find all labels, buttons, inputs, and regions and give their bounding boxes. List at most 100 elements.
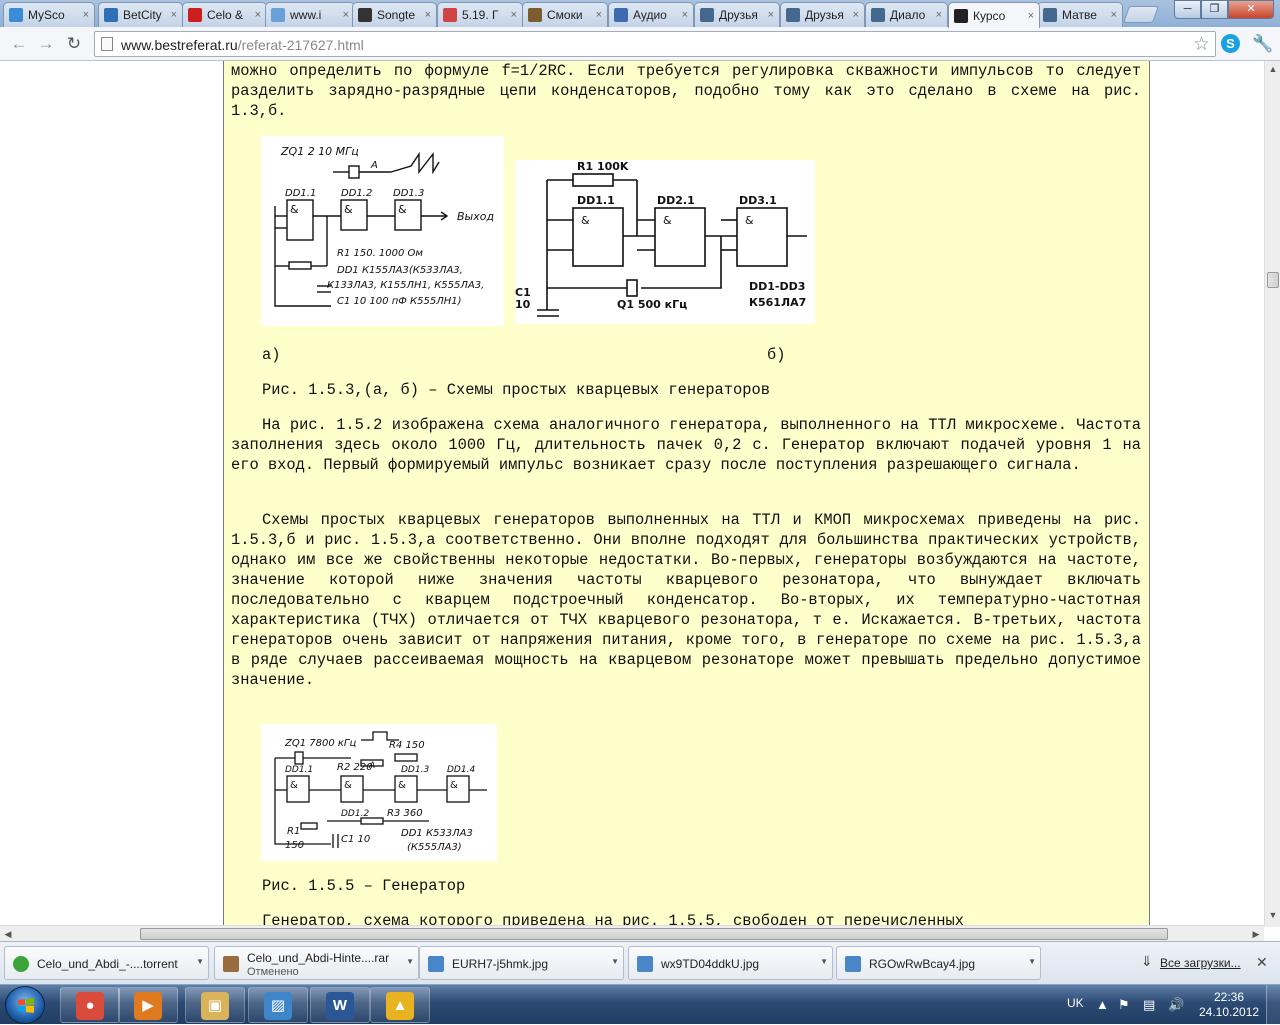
taskbar-app-button[interactable]: ● <box>60 987 120 1023</box>
back-button[interactable]: ← <box>8 33 30 55</box>
tab-close-icon[interactable]: × <box>596 9 602 21</box>
tab-close-icon[interactable]: × <box>171 9 177 21</box>
fig-b-dd2: DD2.1 <box>657 194 695 207</box>
fig-c-and-2: & <box>344 780 352 791</box>
figure-b-schematic: R1 100K DD1.1 DD2.1 DD3.1 & & & C1 10 Q1… <box>515 160 815 324</box>
horizontal-scroll-thumb[interactable] <box>140 928 1168 940</box>
bookmark-star-icon[interactable]: ☆ <box>1193 33 1210 56</box>
tab-close-icon[interactable]: × <box>343 9 349 21</box>
browser-tab[interactable]: Аудио × <box>608 2 694 27</box>
scroll-up-arrow-icon[interactable]: ▲ <box>1265 61 1280 77</box>
download-item[interactable]: wx9TD04ddkU.jpg ▼ <box>628 946 833 980</box>
download-menu-chevron-icon[interactable]: ▼ <box>611 957 619 966</box>
browser-tab[interactable]: MySco × <box>3 2 95 27</box>
download-filename: Celo_und_Abdi_-....torrent <box>37 957 178 971</box>
figure-c-schematic: ZQ1 7800 кГц R4 150 DD1.1 R2 220 A DD1.3… <box>261 724 497 861</box>
taskbar-app-button[interactable]: ▨ <box>248 987 308 1023</box>
download-filename: EURH7-j5hmk.jpg <box>452 957 549 971</box>
browser-tab[interactable]: www.i × <box>265 2 355 27</box>
graduation-cap-icon <box>954 8 968 23</box>
figure-caption-2: Рис. 1.5.5 – Генератор <box>262 877 466 895</box>
volume-icon[interactable]: 🔊 <box>1168 997 1184 1013</box>
tab-close-icon[interactable]: × <box>1028 10 1034 22</box>
paragraph-2: На рис. 1.5.2 изображена схема аналогичн… <box>231 416 1141 474</box>
start-button[interactable] <box>5 986 45 1024</box>
tab-close-icon[interactable]: × <box>511 9 517 21</box>
url-text[interactable]: www.bestreferat.ru/referat-217627.html <box>121 37 364 53</box>
url-path: /referat-217627.html <box>237 37 364 53</box>
tab-close-icon[interactable]: × <box>255 9 261 21</box>
download-menu-chevron-icon[interactable]: ▼ <box>1028 957 1036 966</box>
maximize-button[interactable]: ❐ <box>1201 0 1228 19</box>
songte-icon <box>358 8 372 22</box>
taskbar-app-button[interactable]: W <box>310 987 370 1023</box>
download-menu-chevron-icon[interactable]: ▼ <box>820 957 828 966</box>
tray-expand-icon[interactable]: ▲ <box>1096 997 1109 1012</box>
close-shelf-icon[interactable]: ✕ <box>1256 954 1268 971</box>
download-menu-chevron-icon[interactable]: ▼ <box>406 957 414 966</box>
fig-a-r1: R1 150. 1000 Ом <box>337 248 423 259</box>
system-clock[interactable]: 22:36 24.10.2012 <box>1199 990 1259 1020</box>
browser-tab[interactable]: Друзья × <box>780 2 865 27</box>
tab-close-icon[interactable]: × <box>425 9 431 21</box>
scroll-left-arrow-icon[interactable]: ◀ <box>0 926 16 942</box>
tab-title: BetCity <box>123 8 162 22</box>
scroll-right-arrow-icon[interactable]: ▶ <box>1248 926 1264 942</box>
download-menu-chevron-icon[interactable]: ▼ <box>196 957 204 966</box>
download-item[interactable]: EURH7-j5hmk.jpg ▼ <box>419 946 624 980</box>
address-bar[interactable]: www.bestreferat.ru/referat-217627.html ☆ <box>94 31 1216 57</box>
tab-close-icon[interactable]: × <box>936 9 942 21</box>
vertical-scrollbar[interactable]: ▲ ▼ <box>1264 61 1280 927</box>
download-filename: wx9TD04ddkU.jpg <box>661 957 760 971</box>
download-item[interactable]: RGOwRwBcay4.jpg ▼ <box>836 946 1041 980</box>
scroll-down-arrow-icon[interactable]: ▼ <box>1265 907 1280 923</box>
browser-tab[interactable]: Курсо × <box>948 2 1040 28</box>
browser-tab[interactable]: Матве × <box>1037 2 1123 27</box>
downloads-shelf: ⇓ Все загрузки... ✕ Celo_und_Abdi_-....t… <box>0 941 1280 984</box>
tab-close-icon[interactable]: × <box>1111 9 1117 21</box>
windows-logo-icon <box>18 998 34 1013</box>
reload-button[interactable]: ↻ <box>63 33 85 55</box>
tab-close-icon[interactable]: × <box>853 9 859 21</box>
browser-tab[interactable]: 5.19. Г × <box>437 2 523 27</box>
horizontal-scrollbar[interactable]: ◀ ▶ <box>0 925 1264 941</box>
browser-tab[interactable]: Диало × <box>865 2 948 27</box>
wrench-menu-icon[interactable]: 🔧 <box>1252 34 1273 54</box>
taskbar-app-button[interactable]: ▣ <box>185 987 245 1023</box>
action-center-flag-icon[interactable]: ⚑ <box>1118 997 1130 1013</box>
tab-close-icon[interactable]: × <box>83 9 89 21</box>
download-item[interactable]: Celo_und_Abdi-Hinte....rar Отменено ▼ <box>214 946 419 980</box>
tab-title: Аудио <box>633 8 667 22</box>
browser-tab[interactable]: Смоки × <box>522 2 608 27</box>
browser-tab[interactable]: BetCity × <box>98 2 183 27</box>
fig-c-and-3: & <box>398 780 406 791</box>
chrome-icon: ● <box>76 992 104 1020</box>
tab-title: Songte <box>377 8 416 22</box>
vertical-scroll-thumb[interactable] <box>1267 272 1279 288</box>
tab-close-icon[interactable]: × <box>682 9 688 21</box>
vk-icon <box>786 8 800 22</box>
fig-c-r3: R3 360 <box>387 808 423 819</box>
browser-tab[interactable]: Songte × <box>352 2 437 27</box>
network-icon[interactable]: ▤ <box>1143 997 1155 1013</box>
close-window-button[interactable]: ✕ <box>1228 0 1274 19</box>
browser-tab[interactable]: Celo & × <box>182 2 267 27</box>
browser-tab[interactable]: Друзья × <box>694 2 780 27</box>
vk-icon <box>1043 8 1057 22</box>
taskbar-app-button[interactable]: ▶ <box>118 987 178 1023</box>
tab-close-icon[interactable]: × <box>768 9 774 21</box>
language-indicator[interactable]: UK <box>1067 996 1084 1010</box>
forward-button[interactable]: → <box>35 33 57 55</box>
new-tab-button[interactable] <box>1122 6 1160 23</box>
toolbar: ← → ↻ www.bestreferat.ru/referat-217627.… <box>0 27 1280 61</box>
show-desktop-button[interactable] <box>1266 985 1280 1025</box>
all-downloads-link[interactable]: Все загрузки... <box>1160 956 1241 970</box>
download-item[interactable]: Celo_und_Abdi_-....torrent ▼ <box>4 946 209 980</box>
skype-icon[interactable]: S <box>1221 34 1240 53</box>
taskbar-app-button[interactable]: ▲ <box>370 987 430 1023</box>
vk-icon <box>700 8 714 22</box>
minimize-button[interactable]: ─ <box>1174 0 1201 19</box>
fig-b-chip: К561ЛА7 <box>749 296 806 309</box>
tab-title: Диало <box>890 8 926 22</box>
refresh-icon <box>9 8 23 22</box>
